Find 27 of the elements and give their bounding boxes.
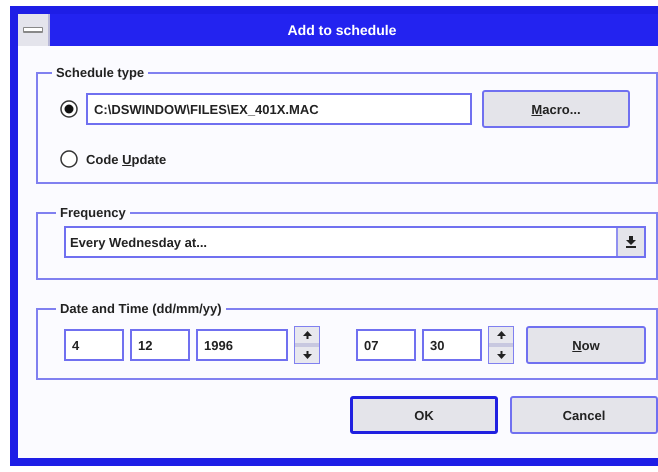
group-label: Date and Time (dd/mm/yy) [60,301,222,316]
radio-button[interactable] [60,100,78,118]
frequency-dropdown[interactable]: Every Wednesday at... [64,226,646,258]
minus-icon [23,27,43,33]
date-field[interactable]: 4 [64,329,124,361]
spinner[interactable] [294,326,320,364]
system-menu-button[interactable] [18,14,50,46]
down-arrow-icon[interactable] [302,351,312,359]
time-field[interactable]: 30 [422,329,482,361]
group-label: Schedule type [56,65,144,80]
date-field[interactable]: 12 [130,329,190,361]
time-field[interactable]: 07 [356,329,416,361]
file-path-field[interactable]: C:\DSWINDOW\FILES\EX_401X.MAC [86,93,472,125]
macro-button[interactable]: Macro... [482,90,630,128]
radio-label[interactable]: Code Update [86,152,166,166]
dialog-button[interactable]: Cancel [510,396,658,434]
down-arrow-icon[interactable] [496,351,506,359]
window-title: Add to schedule [286,22,398,38]
now-button[interactable]: Now [526,326,646,364]
spinner[interactable] [488,326,514,364]
down-arrow-icon [626,236,636,248]
group-label: Frequency [60,205,126,220]
up-arrow-icon[interactable] [496,331,506,339]
date-field[interactable]: 1996 [196,329,288,361]
dialog-button[interactable]: OK [350,396,498,434]
up-arrow-icon[interactable] [302,331,312,339]
radio-button[interactable] [60,150,78,168]
